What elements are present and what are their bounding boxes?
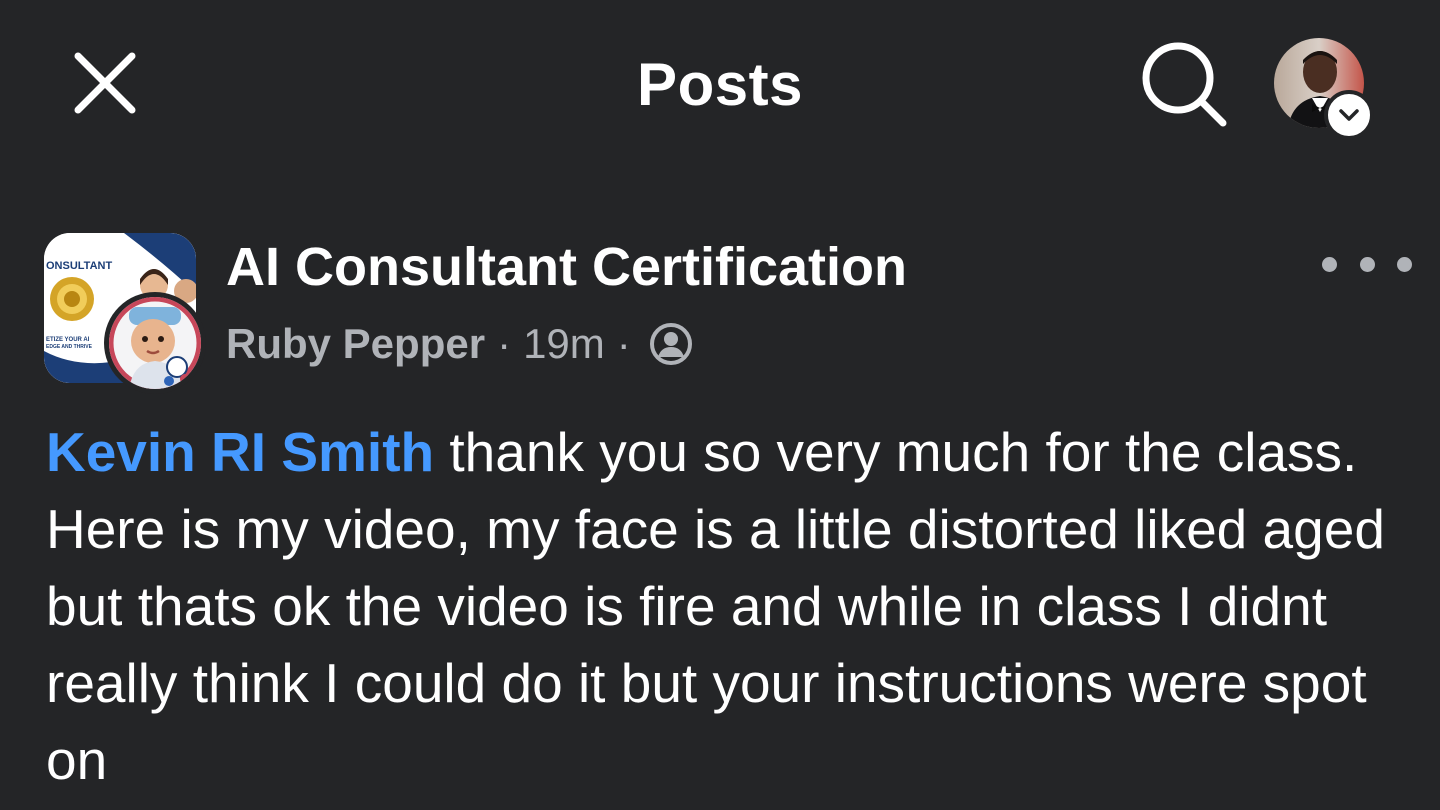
more-dot <box>1322 256 1337 272</box>
author-name[interactable]: Ruby Pepper <box>226 320 485 368</box>
author-avatar[interactable] <box>104 292 206 394</box>
profile-chevron-badge[interactable] <box>1324 90 1374 140</box>
meta-separator: · <box>497 320 512 367</box>
search-icon <box>1142 42 1227 127</box>
search-button[interactable] <box>1132 32 1236 136</box>
more-dot <box>1397 256 1412 272</box>
more-dot <box>1359 256 1375 272</box>
profile-menu-button[interactable] <box>1272 36 1376 140</box>
top-bar: Posts <box>0 0 1440 170</box>
post-header: ONSULTANT ETIZE YOUR AI EDGE AND THRIVE <box>0 220 1440 400</box>
thumbnail-line-3: EDGE AND THRIVE <box>46 344 93 350</box>
group-name[interactable]: AI Consultant Certification <box>226 236 907 298</box>
private-group-icon <box>649 322 693 366</box>
mention-link[interactable]: Kevin RI Smith <box>46 421 434 483</box>
thumbnail-line-2: ETIZE YOUR AI <box>46 337 90 343</box>
meta-separator: · <box>616 320 631 367</box>
posts-screen: Posts ONSULTANT ETIZE YOUR AI EDGE AND T… <box>0 0 1440 810</box>
post-meta: Ruby Pepper · 19m · <box>226 320 693 368</box>
more-options-button[interactable] <box>1322 244 1412 284</box>
thumbnail-line-1: ONSULTANT <box>46 260 112 272</box>
post-time[interactable]: 19m <box>523 320 605 368</box>
chevron-down-icon <box>1339 109 1359 121</box>
post-body: Kevin RI Smith thank you so very much fo… <box>46 414 1396 799</box>
